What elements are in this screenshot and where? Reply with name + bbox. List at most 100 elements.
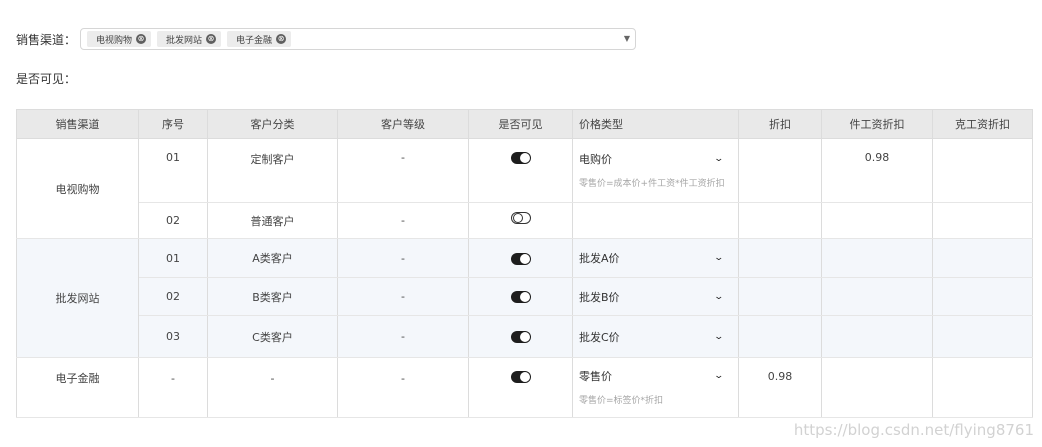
visible-cell bbox=[468, 277, 573, 316]
tag-close-icon[interactable]: ⊗ bbox=[206, 34, 217, 44]
channel-tag: 电子金融 ⊗ bbox=[227, 31, 292, 47]
seq-cell: 01 bbox=[138, 238, 208, 278]
category-cell: 普通客户 bbox=[207, 202, 338, 239]
level-cell: - bbox=[337, 138, 469, 203]
level-cell: - bbox=[337, 238, 469, 278]
channel-cell: 电视购物 bbox=[16, 138, 139, 239]
chevron-down-icon: ⌄ bbox=[713, 154, 725, 164]
gram-discount-cell bbox=[932, 238, 1033, 278]
price-formula: 零售价=成本价+件工资*件工资折扣 bbox=[579, 179, 725, 189]
level-cell: - bbox=[337, 277, 469, 316]
tag-close-icon[interactable]: ⊗ bbox=[136, 34, 147, 44]
visible-cell bbox=[468, 202, 573, 239]
level-cell: - bbox=[337, 357, 469, 418]
category-cell: A类客户 bbox=[207, 238, 338, 278]
price-type-select[interactable]: 批发A价 ⌄ bbox=[579, 250, 725, 266]
chevron-down-icon: ⌄ bbox=[713, 253, 725, 263]
chevron-down-icon: ⌄ bbox=[713, 331, 725, 342]
tag-label: 电子金融 bbox=[236, 35, 273, 46]
piece-discount-cell bbox=[821, 202, 933, 239]
chevron-down-icon: ⌄ bbox=[713, 371, 725, 381]
price-type-cell: 零售价 ⌄ 零售价=标签价*折扣 bbox=[572, 357, 739, 418]
tag-label: 电视购物 bbox=[96, 35, 133, 46]
discount-cell: 0.98 bbox=[738, 357, 822, 418]
piece-discount-cell bbox=[821, 277, 933, 316]
price-type-select[interactable]: 批发C价 ⌄ bbox=[579, 329, 725, 345]
channel-multi-select[interactable]: 电视购物 ⊗ 批发网站 ⊗ 电子金融 ⊗ ▼ bbox=[80, 28, 636, 50]
category-cell: C类客户 bbox=[207, 315, 338, 358]
visible-toggle[interactable] bbox=[510, 291, 531, 303]
header-price-type: 价格类型 bbox=[572, 109, 739, 139]
chevron-down-icon: ⌄ bbox=[713, 291, 725, 302]
price-type-value: 电购价 bbox=[579, 153, 612, 166]
price-type-value: 批发A价 bbox=[579, 252, 620, 265]
price-type-cell: 批发A价 ⌄ bbox=[572, 238, 739, 278]
visible-toggle[interactable] bbox=[510, 371, 531, 383]
caret-down-icon[interactable]: ▼ bbox=[624, 34, 630, 43]
channel-cell: 电子金融 bbox=[16, 357, 139, 418]
header-channel: 销售渠道 bbox=[16, 109, 139, 139]
gram-discount-cell bbox=[932, 138, 1033, 203]
category-cell: B类客户 bbox=[207, 277, 338, 316]
price-type-value: 零售价 bbox=[579, 370, 612, 383]
seq-cell: 02 bbox=[138, 277, 208, 316]
seq-cell: 03 bbox=[138, 315, 208, 358]
channel-tag: 批发网站 ⊗ bbox=[157, 31, 222, 47]
header-discount: 折扣 bbox=[738, 109, 822, 139]
price-formula: 零售价=标签价*折扣 bbox=[579, 396, 664, 406]
channel-field-row: 销售渠道： bbox=[16, 28, 76, 50]
category-cell: 定制客户 bbox=[207, 138, 338, 203]
visible-toggle[interactable] bbox=[510, 212, 531, 224]
discount-cell bbox=[738, 202, 822, 239]
seq-cell: 02 bbox=[138, 202, 208, 239]
gram-discount-cell bbox=[932, 357, 1033, 418]
visible-label: 是否可见： bbox=[16, 72, 77, 86]
price-type-cell: 批发C价 ⌄ bbox=[572, 315, 739, 358]
visible-toggle[interactable] bbox=[510, 152, 531, 164]
visible-toggle[interactable] bbox=[510, 252, 531, 265]
channel-config-table: 销售渠道 序号 客户分类 客户等级 是否可见 价格类型 折扣 件工资折扣 克工资… bbox=[16, 109, 1033, 418]
visible-cell bbox=[468, 315, 573, 358]
discount-cell bbox=[738, 138, 822, 203]
price-type-cell bbox=[572, 202, 739, 239]
visible-field-row: 是否可见： bbox=[16, 70, 76, 87]
table-row: 02 普通客户 - bbox=[17, 202, 1033, 239]
visible-cell bbox=[468, 138, 573, 203]
level-cell: - bbox=[337, 315, 469, 358]
seq-cell: - bbox=[138, 357, 208, 418]
level-cell: - bbox=[337, 202, 469, 239]
price-type-value: 批发C价 bbox=[579, 330, 620, 344]
gram-discount-cell bbox=[932, 315, 1033, 358]
piece-discount-cell: 0.98 bbox=[821, 138, 933, 203]
header-category: 客户分类 bbox=[207, 109, 338, 139]
table-row: 电子金融 - - - 零售价 ⌄ 零售价=标签价*折扣 0.98 bbox=[16, 357, 1033, 418]
price-type-cell: 电购价 ⌄ 零售价=成本价+件工资*件工资折扣 bbox=[572, 138, 739, 203]
channel-cell: 批发网站 bbox=[16, 238, 139, 358]
header-seq: 序号 bbox=[138, 109, 208, 139]
header-gram-discount: 克工资折扣 bbox=[932, 109, 1033, 139]
discount-cell bbox=[738, 277, 822, 316]
table-header-row: 销售渠道 序号 客户分类 客户等级 是否可见 价格类型 折扣 件工资折扣 克工资… bbox=[16, 109, 1033, 139]
piece-discount-cell bbox=[821, 238, 933, 278]
visible-cell bbox=[468, 357, 573, 418]
header-level: 客户等级 bbox=[337, 109, 469, 139]
visible-toggle[interactable] bbox=[510, 331, 531, 343]
price-type-select[interactable]: 批发B价 ⌄ bbox=[579, 289, 725, 305]
watermark: https://blog.csdn.net/flying8761 bbox=[793, 421, 1034, 439]
channel-tag: 电视购物 ⊗ bbox=[87, 31, 152, 47]
price-type-select[interactable]: 零售价 ⌄ bbox=[579, 368, 725, 384]
discount-cell bbox=[738, 315, 822, 358]
gram-discount-cell bbox=[932, 202, 1033, 239]
discount-cell bbox=[738, 238, 822, 278]
price-type-value: 批发B价 bbox=[579, 290, 620, 304]
header-visible: 是否可见 bbox=[468, 109, 573, 139]
piece-discount-cell bbox=[821, 357, 933, 418]
price-type-select[interactable]: 电购价 ⌄ bbox=[579, 151, 725, 167]
channel-label: 销售渠道： bbox=[16, 32, 77, 47]
table-row: 03 C类客户 - 批发C价 ⌄ bbox=[17, 315, 1033, 358]
seq-cell: 01 bbox=[138, 138, 208, 203]
tag-close-icon[interactable]: ⊗ bbox=[276, 34, 287, 44]
piece-discount-cell bbox=[821, 315, 933, 358]
table-row: 02 B类客户 - 批发B价 ⌄ bbox=[17, 277, 1033, 316]
visible-cell bbox=[468, 238, 573, 278]
